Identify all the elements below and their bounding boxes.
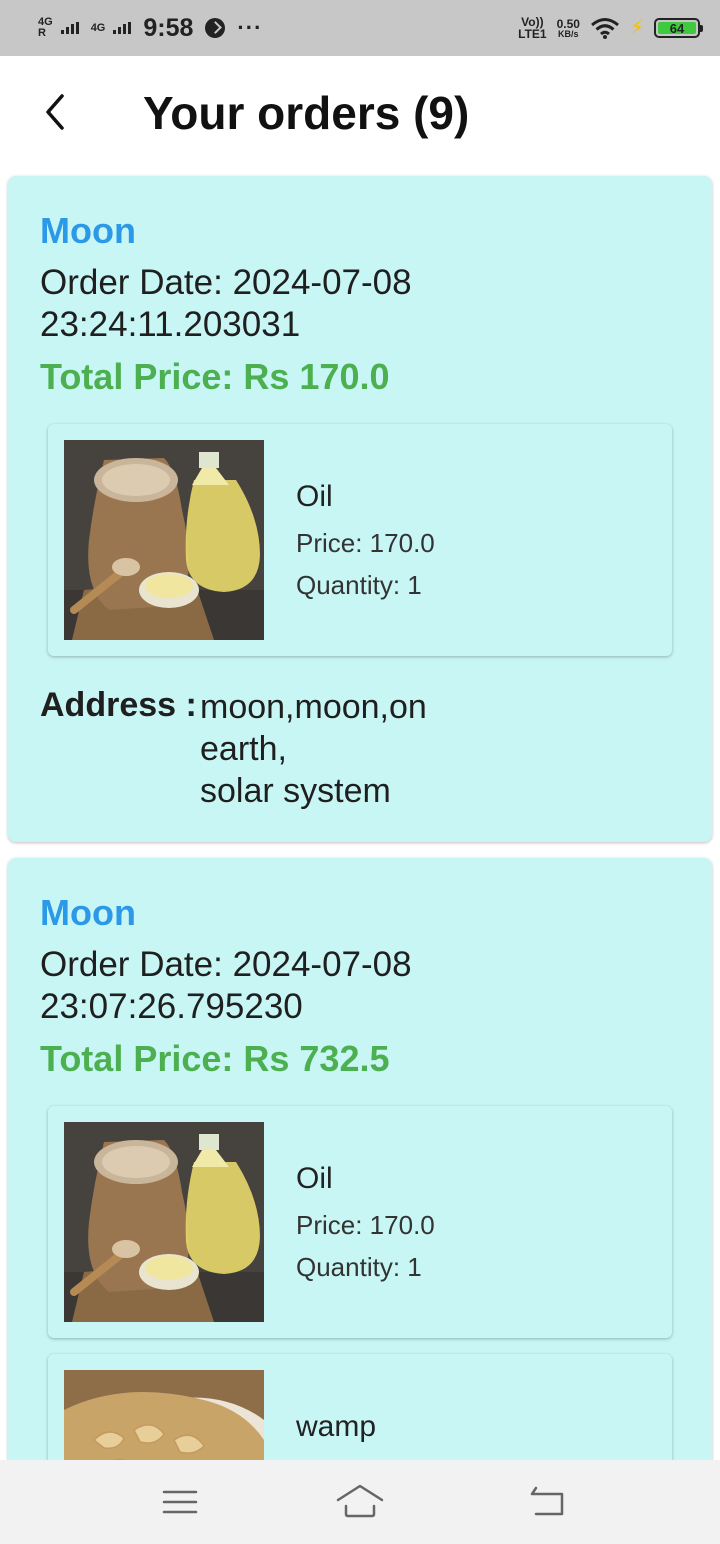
order-item[interactable]: Oil Price: 170.0 Quantity: 1 (48, 1106, 672, 1338)
roaming-label: R (38, 27, 46, 39)
seller-name: Moon (40, 892, 136, 933)
signal-indicator-2: 4G (90, 21, 106, 34)
page-title: Your orders (9) (143, 87, 470, 139)
order-item[interactable]: Oil Price: 170.0 Quantity: 1 (48, 424, 672, 656)
item-name: Oil (296, 480, 333, 513)
seller-name: Moon (40, 210, 136, 251)
network-speed: 0.50 KB/s (557, 18, 580, 39)
cashew-product-image (64, 1370, 264, 1460)
order-time-text: 23:24:11.203031 (40, 305, 301, 344)
oil-product-image (64, 1122, 264, 1322)
oil-product-image (64, 440, 264, 640)
network-type-label: 4G (90, 21, 106, 34)
lte-label: LTE1 (518, 27, 547, 41)
order-date: Order Date: 2024-07-08 23:07:26.795230 (40, 944, 460, 1028)
app-bar: Your orders (9) (0, 56, 720, 168)
system-nav-bar (0, 1460, 720, 1544)
speed-unit: KB/s (558, 28, 579, 39)
total-price: Total Price: Rs 170.0 (40, 356, 390, 397)
chevron-left-icon[interactable] (36, 92, 76, 132)
clock: 9:58 (143, 13, 194, 42)
order-date: Order Date: 2024-07-08 23:24:11.203031 (40, 262, 460, 346)
signal-bars-icon (60, 22, 79, 34)
status-bar: 4G R 4G 9:58 ··· Vo)) LTE1 0.50 KB/s ⚡ 6… (0, 0, 720, 56)
order-card[interactable]: Moon Order Date: 2024-07-08 23:24:11.203… (8, 176, 712, 842)
order-card[interactable]: Moon Order Date: 2024-07-08 23:07:26.795… (8, 858, 712, 1460)
address-value: moon,moon,on earth, solar system (200, 686, 427, 812)
speed-value: 0.50 (556, 16, 580, 31)
signal-bars-icon (113, 22, 132, 34)
orders-list[interactable]: Moon Order Date: 2024-07-08 23:24:11.203… (0, 168, 720, 1460)
item-quantity: Quantity: 1 (296, 570, 422, 600)
home-icon[interactable] (330, 1480, 390, 1524)
item-quantity: Quantity: 1 (296, 1252, 422, 1282)
item-name: wamp (296, 1410, 377, 1443)
order-date-text: Order Date: 2024-07-08 (40, 945, 412, 984)
order-item[interactable]: wamp (48, 1354, 672, 1460)
back-arrow-icon[interactable] (518, 1480, 578, 1524)
item-name: Oil (296, 1162, 333, 1195)
notification-icon (205, 18, 226, 38)
volte-indicator: Vo)) LTE1 (518, 16, 546, 40)
address-line: earth, (200, 730, 287, 768)
charging-icon: ⚡ (629, 17, 644, 39)
item-price: Price: 170.0 (296, 1210, 435, 1240)
more-notifications-icon: ··· (237, 15, 263, 40)
wifi-icon (590, 18, 619, 39)
signal-indicator-1: 4G R (38, 17, 53, 39)
menu-icon[interactable] (150, 1480, 210, 1524)
address-line: solar system (200, 772, 391, 810)
address-line: moon,moon,on (200, 688, 427, 726)
order-time-text: 23:07:26.795230 (40, 987, 303, 1026)
order-date-text: Order Date: 2024-07-08 (40, 263, 412, 302)
battery-level: 64 (658, 21, 696, 36)
item-price: Price: 170.0 (296, 528, 435, 558)
battery-icon: 64 (654, 18, 703, 38)
address-label: Address : (40, 686, 197, 724)
total-price: Total Price: Rs 732.5 (40, 1038, 390, 1079)
